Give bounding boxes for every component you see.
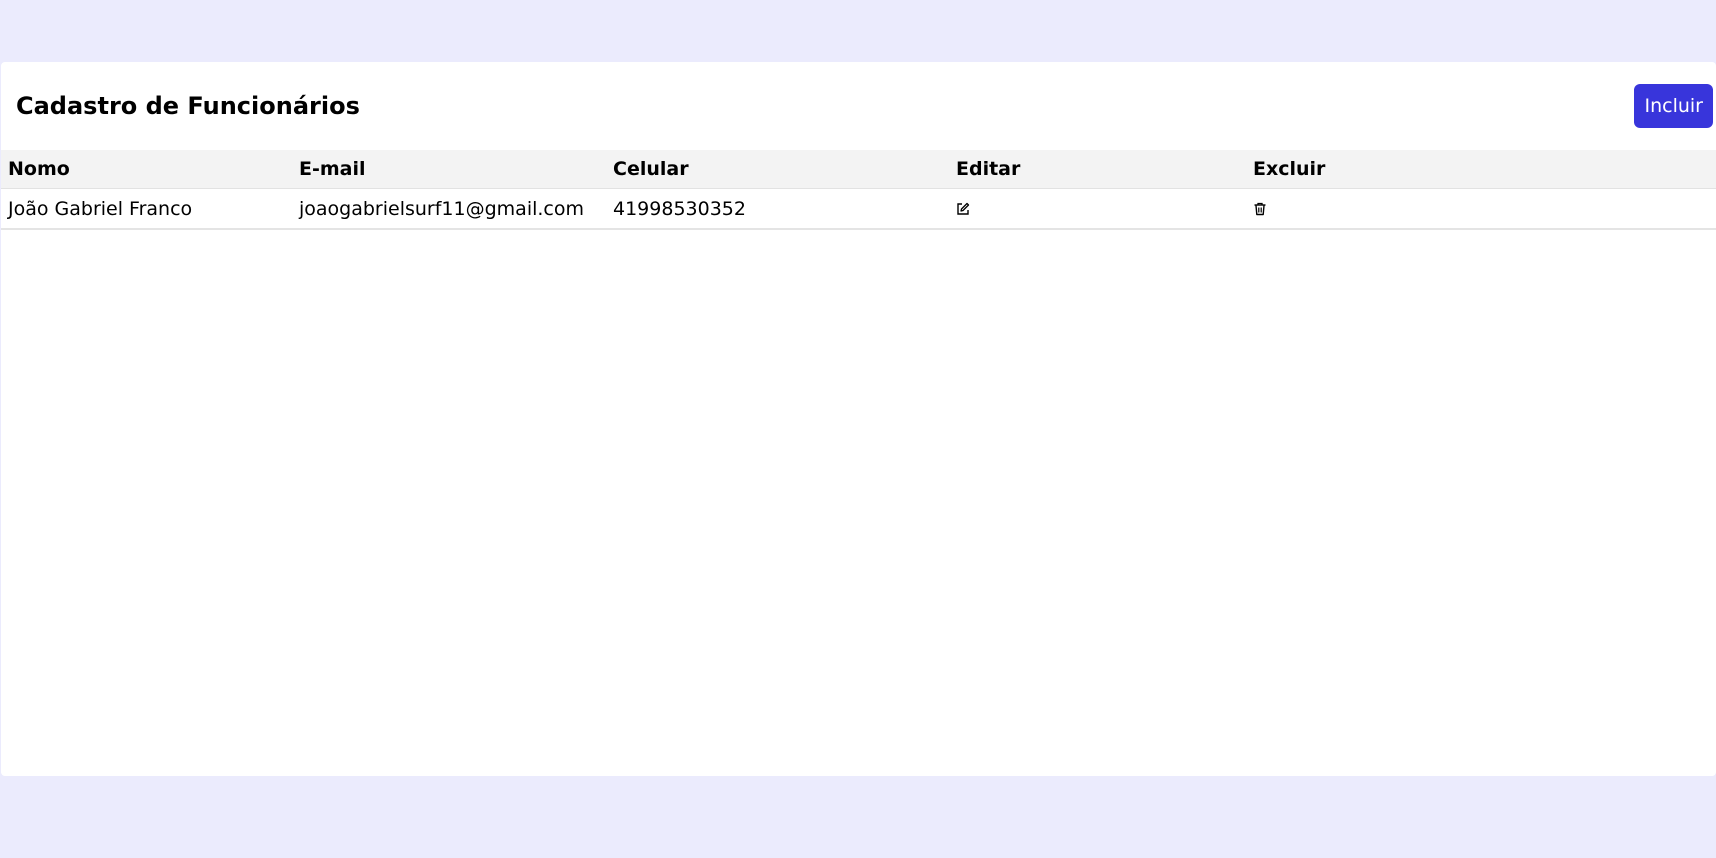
cell-edit [949, 188, 1246, 230]
panel-header: Cadastro de Funcionários Incluir [1, 62, 1716, 150]
cell-delete [1246, 188, 1716, 230]
column-header-phone: Celular [606, 150, 949, 189]
employees-table: Nomo E-mail Celular Editar Excluir João … [1, 150, 1716, 230]
cell-name: João Gabriel Franco [1, 188, 292, 230]
edit-icon[interactable] [956, 202, 970, 216]
cell-phone: 41998530352 [606, 188, 949, 230]
cell-email: joaogabrielsurf11@gmail.com [292, 188, 606, 230]
trash-icon[interactable] [1253, 202, 1267, 216]
column-header-delete: Excluir [1246, 150, 1716, 189]
page-title: Cadastro de Funcionários [16, 92, 360, 120]
add-employee-button[interactable]: Incluir [1634, 84, 1713, 128]
column-header-name: Nomo [1, 150, 292, 189]
table-header-row: Nomo E-mail Celular Editar Excluir [1, 150, 1716, 189]
column-header-email: E-mail [292, 150, 606, 189]
table-row: João Gabriel Franco joaogabrielsurf11@gm… [1, 188, 1716, 230]
column-header-edit: Editar [949, 150, 1246, 189]
employee-panel: Cadastro de Funcionários Incluir Nomo E-… [1, 62, 1716, 776]
